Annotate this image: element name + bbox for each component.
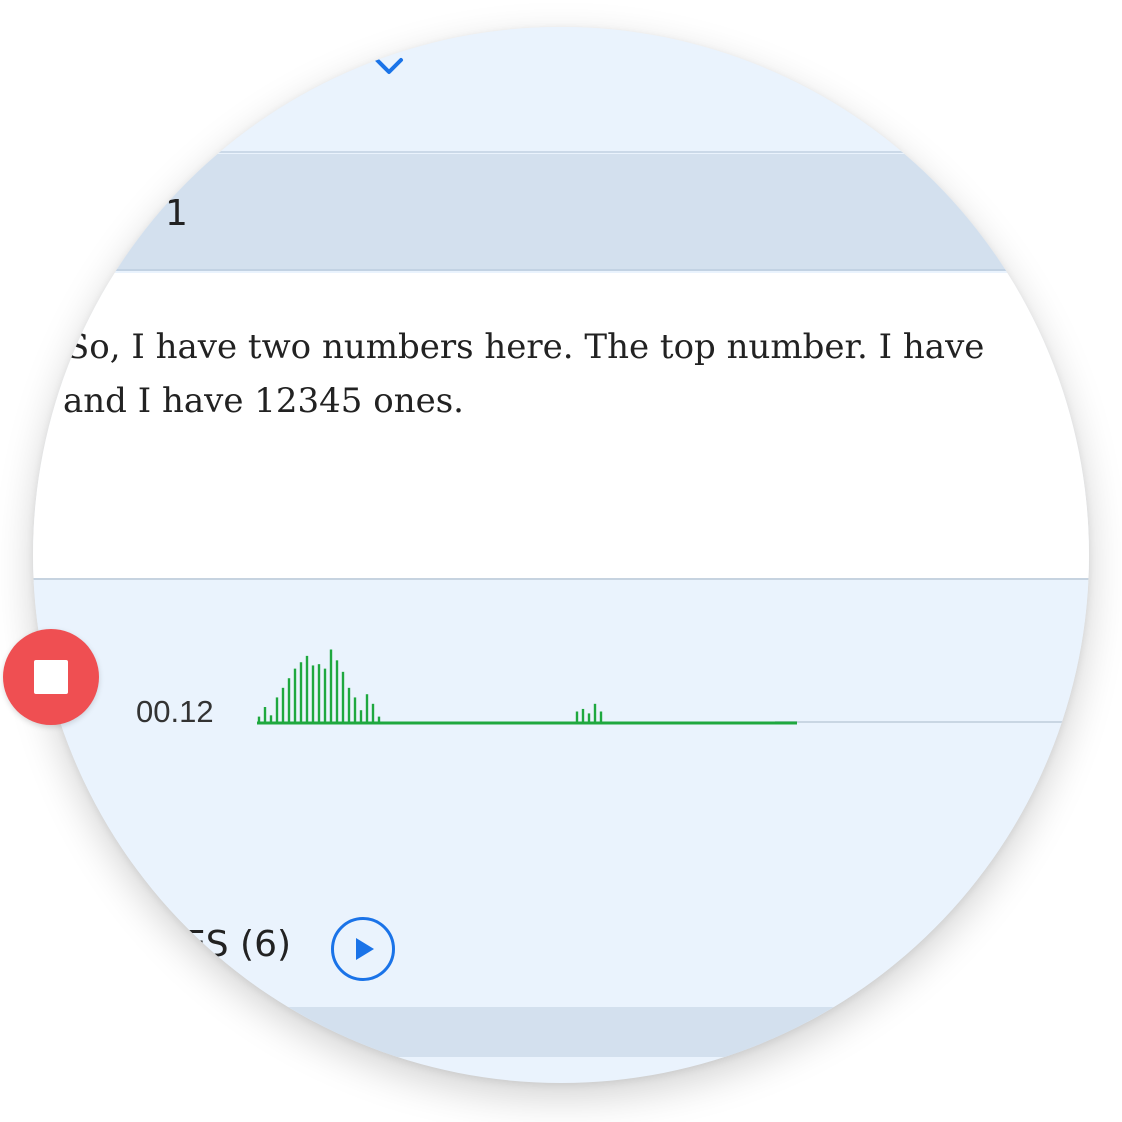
chevron-down-icon[interactable]	[373, 55, 405, 82]
audio-waveform	[257, 649, 797, 725]
play-icon	[356, 938, 374, 960]
responses-header-band	[33, 1007, 1089, 1057]
transcript-panel[interactable]: So, I have two numbers here. The top num…	[33, 273, 1089, 580]
question-header-label: ’	[133, 198, 145, 239]
transcript-line-2: and I have 12345 ones.	[63, 381, 464, 421]
toolbar-label[interactable]: ᴜɴ	[288, 49, 319, 81]
play-button[interactable]	[331, 917, 395, 981]
transcript-line-1: So, I have two numbers here. The top num…	[66, 327, 985, 367]
recording-timer: 00.12	[136, 694, 214, 729]
responses-label: ES (6)	[183, 924, 292, 965]
question-header: ’ 1	[33, 154, 1089, 271]
stop-recording-button[interactable]	[3, 629, 99, 725]
toolbar-band: ᴜɴ	[33, 27, 1089, 153]
magnified-view: ᴜɴ ’ 1 So, I have two numbers here. The …	[0, 0, 1122, 1122]
waveform-track	[775, 721, 1075, 723]
stop-icon	[34, 660, 68, 694]
recorder-panel: 00.12 ES (6)	[33, 582, 1089, 1022]
zoom-lens: ᴜɴ ’ 1 So, I have two numbers here. The …	[33, 27, 1089, 1083]
question-number: 1	[165, 193, 188, 234]
